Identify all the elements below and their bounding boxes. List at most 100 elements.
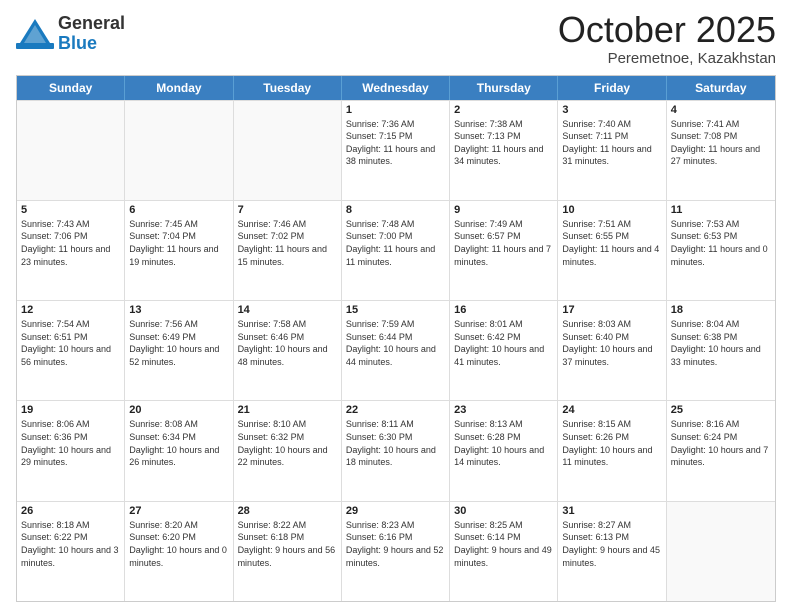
cell-info-29: Sunrise: 8:23 AM Sunset: 6:16 PM Dayligh… xyxy=(346,519,445,569)
cell-info-21: Sunrise: 8:10 AM Sunset: 6:32 PM Dayligh… xyxy=(238,418,337,468)
cal-day-13: 13 Sunrise: 7:56 AM Sunset: 6:49 PM Dayli… xyxy=(125,301,233,400)
cal-week-5: 26Sunrise: 8:18 AM Sunset: 6:22 PM Dayli… xyxy=(17,501,775,601)
cell-date-17: 17 xyxy=(562,304,661,316)
cal-day-5: 5 Sunrise: 7:43 AM Sunset: 7:06 PM Daylig… xyxy=(17,201,125,300)
cell-date-20: 20 xyxy=(129,404,228,416)
calendar-body: 1Sunrise: 7:36 AM Sunset: 7:15 PM Daylig… xyxy=(17,100,775,601)
cell-date-10: 10 xyxy=(562,204,661,216)
cell-date-1: 1 xyxy=(346,104,445,116)
cal-day-11: 11 Sunrise: 7:53 AM Sunset: 6:53 PM Dayli… xyxy=(667,201,775,300)
cell-date-7: 7 xyxy=(238,204,337,216)
cal-day-25: 25Sunrise: 8:16 AM Sunset: 6:24 PM Dayli… xyxy=(667,401,775,500)
page: General Blue October 2025 Peremetnoe, Ka… xyxy=(0,0,792,612)
cal-day-23: 23 Sunrise: 8:13 AM Sunset: 6:28 PM Dayli… xyxy=(450,401,558,500)
main-title: October 2025 xyxy=(558,10,776,50)
cal-day-27: 27Sunrise: 8:20 AM Sunset: 6:20 PM Dayli… xyxy=(125,502,233,601)
cell-info-31: Sunrise: 8:27 AM Sunset: 6:13 PM Dayligh… xyxy=(562,519,661,569)
cell-date-16: 16 xyxy=(454,304,553,316)
cal-day-6: 6 Sunrise: 7:45 AM Sunset: 7:04 PM Daylig… xyxy=(125,201,233,300)
cal-week-3: 12Sunrise: 7:54 AM Sunset: 6:51 PM Dayli… xyxy=(17,300,775,400)
cal-day-17: 17 Sunrise: 8:03 AM Sunset: 6:40 PM Dayli… xyxy=(558,301,666,400)
logo-blue: Blue xyxy=(58,34,125,54)
cal-day-14: 14 Sunrise: 7:58 AM Sunset: 6:46 PM Dayli… xyxy=(234,301,342,400)
cell-date-29: 29 xyxy=(346,505,445,517)
cal-day-15: 15 Sunrise: 7:59 AM Sunset: 6:44 PM Dayli… xyxy=(342,301,450,400)
cell-info-16: Sunrise: 8:01 AM Sunset: 6:42 PM Dayligh… xyxy=(454,318,553,368)
cell-info-23: Sunrise: 8:13 AM Sunset: 6:28 PM Dayligh… xyxy=(454,418,553,468)
cell-info-5: Sunrise: 7:43 AM Sunset: 7:06 PM Dayligh… xyxy=(21,218,120,268)
cal-day-12: 12Sunrise: 7:54 AM Sunset: 6:51 PM Dayli… xyxy=(17,301,125,400)
cell-date-15: 15 xyxy=(346,304,445,316)
cell-info-17: Sunrise: 8:03 AM Sunset: 6:40 PM Dayligh… xyxy=(562,318,661,368)
cell-info-22: Sunrise: 8:11 AM Sunset: 6:30 PM Dayligh… xyxy=(346,418,445,468)
cal-day-21: 21 Sunrise: 8:10 AM Sunset: 6:32 PM Dayli… xyxy=(234,401,342,500)
cell-info-2: Sunrise: 7:38 AM Sunset: 7:13 PM Dayligh… xyxy=(454,118,553,168)
cal-day-18: 18Sunrise: 8:04 AM Sunset: 6:38 PM Dayli… xyxy=(667,301,775,400)
cell-date-23: 23 xyxy=(454,404,553,416)
cal-day-20: 20Sunrise: 8:08 AM Sunset: 6:34 PM Dayli… xyxy=(125,401,233,500)
cal-header-sunday: Sunday xyxy=(17,76,125,100)
logo-text: General Blue xyxy=(58,14,125,54)
cell-info-14: Sunrise: 7:58 AM Sunset: 6:46 PM Dayligh… xyxy=(238,318,337,368)
cell-date-6: 6 xyxy=(129,204,228,216)
cal-day-empty xyxy=(17,101,125,200)
logo-icon xyxy=(16,15,54,53)
cell-date-11: 11 xyxy=(671,204,771,216)
cell-date-5: 5 xyxy=(21,204,120,216)
cal-week-1: 1Sunrise: 7:36 AM Sunset: 7:15 PM Daylig… xyxy=(17,100,775,200)
cal-day-19: 19Sunrise: 8:06 AM Sunset: 6:36 PM Dayli… xyxy=(17,401,125,500)
cal-day-2: 2 Sunrise: 7:38 AM Sunset: 7:13 PM Daylig… xyxy=(450,101,558,200)
cell-date-9: 9 xyxy=(454,204,553,216)
cell-info-25: Sunrise: 8:16 AM Sunset: 6:24 PM Dayligh… xyxy=(671,418,771,468)
cell-info-9: Sunrise: 7:49 AM Sunset: 6:57 PM Dayligh… xyxy=(454,218,553,268)
cal-day-1: 1Sunrise: 7:36 AM Sunset: 7:15 PM Daylig… xyxy=(342,101,450,200)
header: General Blue October 2025 Peremetnoe, Ka… xyxy=(16,10,776,67)
cell-date-3: 3 xyxy=(562,104,661,116)
cal-header-saturday: Saturday xyxy=(667,76,775,100)
cal-day-22: 22Sunrise: 8:11 AM Sunset: 6:30 PM Dayli… xyxy=(342,401,450,500)
calendar-header-row: SundayMondayTuesdayWednesdayThursdayFrid… xyxy=(17,76,775,100)
cal-day-24: 24Sunrise: 8:15 AM Sunset: 6:26 PM Dayli… xyxy=(558,401,666,500)
cal-header-wednesday: Wednesday xyxy=(342,76,450,100)
cal-header-tuesday: Tuesday xyxy=(234,76,342,100)
cell-date-21: 21 xyxy=(238,404,337,416)
cal-day-empty xyxy=(667,502,775,601)
calendar: SundayMondayTuesdayWednesdayThursdayFrid… xyxy=(16,75,776,602)
cal-day-empty xyxy=(125,101,233,200)
cal-day-30: 30Sunrise: 8:25 AM Sunset: 6:14 PM Dayli… xyxy=(450,502,558,601)
cal-day-empty xyxy=(234,101,342,200)
cell-info-11: Sunrise: 7:53 AM Sunset: 6:53 PM Dayligh… xyxy=(671,218,771,268)
cal-day-29: 29 Sunrise: 8:23 AM Sunset: 6:16 PM Dayli… xyxy=(342,502,450,601)
cal-week-2: 5 Sunrise: 7:43 AM Sunset: 7:06 PM Daylig… xyxy=(17,200,775,300)
cal-day-28: 28Sunrise: 8:22 AM Sunset: 6:18 PM Dayli… xyxy=(234,502,342,601)
cal-header-thursday: Thursday xyxy=(450,76,558,100)
cell-date-2: 2 xyxy=(454,104,553,116)
cell-date-4: 4 xyxy=(671,104,771,116)
cell-info-8: Sunrise: 7:48 AM Sunset: 7:00 PM Dayligh… xyxy=(346,218,445,268)
cell-info-18: Sunrise: 8:04 AM Sunset: 6:38 PM Dayligh… xyxy=(671,318,771,368)
cell-date-31: 31 xyxy=(562,505,661,517)
cell-date-28: 28 xyxy=(238,505,337,517)
cal-day-16: 16 Sunrise: 8:01 AM Sunset: 6:42 PM Dayli… xyxy=(450,301,558,400)
subtitle: Peremetnoe, Kazakhstan xyxy=(558,50,776,67)
cell-date-19: 19 xyxy=(21,404,120,416)
cell-date-8: 8 xyxy=(346,204,445,216)
cell-info-7: Sunrise: 7:46 AM Sunset: 7:02 PM Dayligh… xyxy=(238,218,337,268)
cal-week-4: 19Sunrise: 8:06 AM Sunset: 6:36 PM Dayli… xyxy=(17,400,775,500)
cell-info-30: Sunrise: 8:25 AM Sunset: 6:14 PM Dayligh… xyxy=(454,519,553,569)
cell-date-14: 14 xyxy=(238,304,337,316)
cal-header-monday: Monday xyxy=(125,76,233,100)
cell-date-27: 27 xyxy=(129,505,228,517)
cell-info-15: Sunrise: 7:59 AM Sunset: 6:44 PM Dayligh… xyxy=(346,318,445,368)
cell-date-24: 24 xyxy=(562,404,661,416)
cal-day-7: 7 Sunrise: 7:46 AM Sunset: 7:02 PM Daylig… xyxy=(234,201,342,300)
cell-info-6: Sunrise: 7:45 AM Sunset: 7:04 PM Dayligh… xyxy=(129,218,228,268)
logo-general: General xyxy=(58,14,125,34)
cal-day-8: 8 Sunrise: 7:48 AM Sunset: 7:00 PM Daylig… xyxy=(342,201,450,300)
logo: General Blue xyxy=(16,14,125,54)
cell-date-26: 26 xyxy=(21,505,120,517)
title-block: October 2025 Peremetnoe, Kazakhstan xyxy=(558,10,776,67)
cell-info-13: Sunrise: 7:56 AM Sunset: 6:49 PM Dayligh… xyxy=(129,318,228,368)
cell-date-13: 13 xyxy=(129,304,228,316)
cal-header-friday: Friday xyxy=(558,76,666,100)
